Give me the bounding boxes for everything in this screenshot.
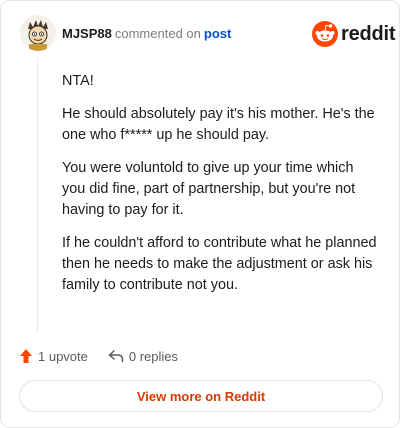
comment-header: MJSP88 commented on post (62, 26, 231, 42)
comment-card: MJSP88 commented on post reddit NTA! He sh… (0, 0, 400, 428)
reply-count: 0 replies (128, 348, 179, 364)
user-avatar[interactable] (20, 15, 56, 51)
comment-body: NTA! He should absolutely pay it's his m… (62, 71, 380, 308)
post-link[interactable]: post (204, 26, 231, 41)
reddit-snoo-icon (312, 21, 338, 47)
comment-paragraph: You were voluntold to give up your time … (62, 160, 356, 218)
upvote-arrow-icon (20, 349, 32, 363)
reply-icon (108, 350, 124, 363)
reddit-logo[interactable]: reddit (312, 21, 396, 47)
comment-footer: 1 upvote 0 replies (19, 347, 178, 365)
username-link[interactable]: MJSP88 (62, 26, 112, 41)
comment-paragraph: If he couldn't afford to contribute what… (62, 235, 377, 293)
upvote-count: 1 upvote (38, 348, 88, 364)
thread-line (37, 58, 38, 333)
comment-paragraph: NTA! (62, 73, 94, 89)
replies-button[interactable]: 0 replies (108, 349, 178, 364)
reddit-wordmark: reddit (341, 22, 396, 45)
view-more-button[interactable]: View more on Reddit (19, 380, 383, 412)
comment-paragraph: He should absolutely pay it's his mother… (62, 106, 375, 143)
upvote-button[interactable]: 1 upvote (19, 348, 88, 364)
action-text: commented on (114, 26, 201, 41)
avatar-image-icon (20, 15, 56, 51)
